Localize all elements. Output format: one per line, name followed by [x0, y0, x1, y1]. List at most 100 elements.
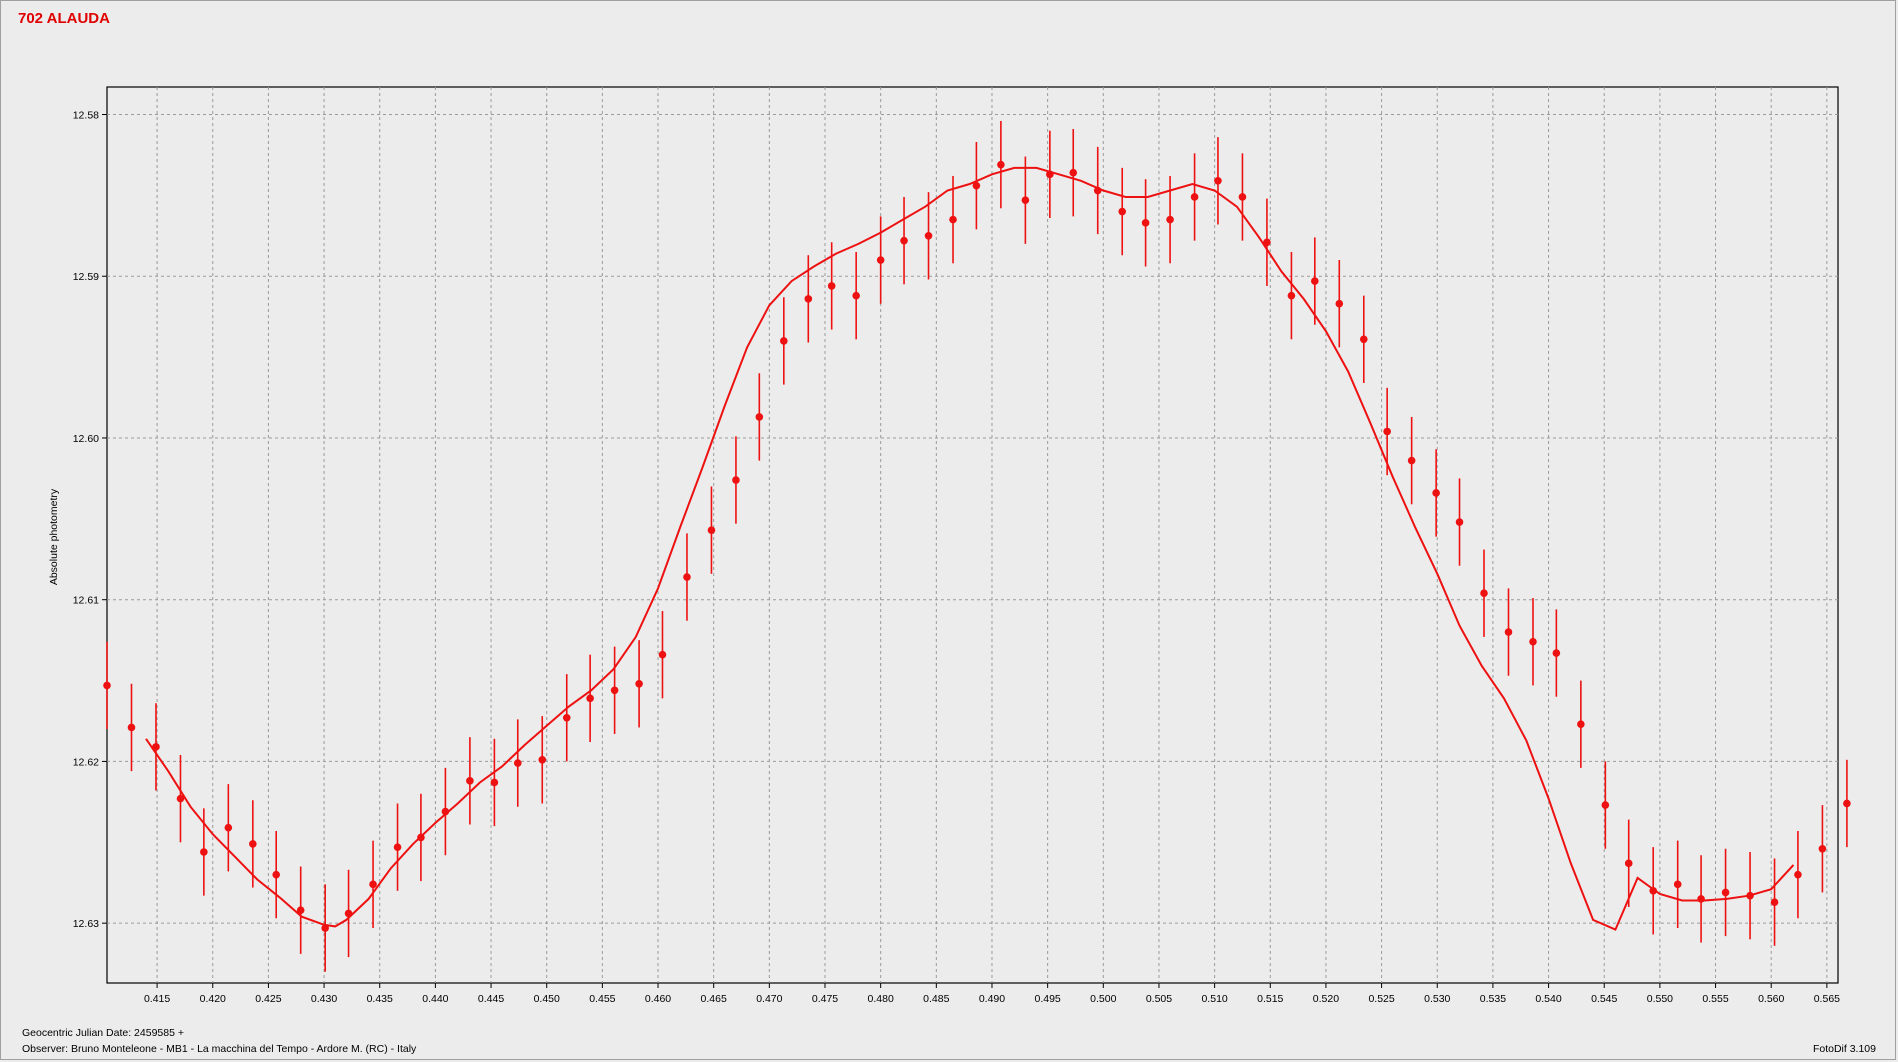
data-point [1214, 177, 1222, 185]
data-point [997, 160, 1005, 169]
data-point [272, 870, 281, 879]
data-point [1746, 891, 1754, 900]
data-point [1577, 720, 1585, 729]
data-point [103, 681, 111, 690]
data-point [1794, 870, 1802, 879]
x-tick-label: 0.500 [1090, 993, 1116, 1005]
data-point [635, 679, 643, 688]
data-point [393, 843, 402, 851]
data-point [1021, 196, 1030, 205]
data-point [1529, 637, 1537, 646]
data-point [1287, 291, 1296, 300]
x-tick-label: 0.505 [1146, 993, 1172, 1005]
x-tick-label: 0.475 [812, 993, 838, 1005]
data-point [176, 794, 185, 803]
data-point [1069, 168, 1078, 177]
x-tick-label: 0.550 [1647, 993, 1673, 1005]
data-point [1697, 895, 1705, 903]
x-tick-label: 0.450 [534, 993, 560, 1005]
data-point [1359, 335, 1368, 344]
y-tick-label: 12.61 [73, 595, 99, 607]
data-point [1190, 193, 1199, 201]
data-point [804, 295, 813, 303]
data-point [1046, 170, 1054, 179]
y-tick-label: 12.62 [73, 756, 99, 768]
x-tick-label: 0.540 [1535, 993, 1561, 1005]
y-tick-label: 12.63 [73, 918, 99, 930]
data-point [466, 777, 474, 785]
data-point [1673, 880, 1682, 889]
data-point [1770, 898, 1779, 906]
x-tick-label: 0.465 [701, 993, 727, 1005]
data-point [344, 909, 353, 918]
data-point [1141, 219, 1150, 227]
x-tick-label: 0.425 [255, 993, 281, 1005]
x-tick-label: 0.455 [589, 993, 615, 1005]
data-point [1335, 299, 1344, 308]
x-tick-label: 0.480 [868, 993, 894, 1005]
data-point [224, 823, 233, 832]
data-point [1721, 888, 1730, 897]
data-point [1552, 649, 1561, 657]
x-tick-label: 0.560 [1758, 993, 1784, 1005]
data-point [586, 694, 594, 703]
data-point [200, 848, 208, 856]
data-point [732, 476, 740, 484]
x-tick-label: 0.525 [1368, 993, 1394, 1005]
data-point [658, 650, 667, 659]
data-point [683, 573, 691, 581]
light-curve-chart: 0.415 0.420 0.425 0.430 0.435 0.440 0.445 0.450… [48, 86, 1851, 1005]
data-point [152, 743, 160, 751]
data-point [1432, 489, 1440, 497]
data-point [1480, 589, 1488, 598]
data-point [852, 291, 860, 300]
data-point [900, 236, 908, 245]
data-point [610, 686, 619, 695]
data-point [1383, 427, 1391, 436]
data-point [949, 215, 957, 224]
data-point [876, 256, 885, 264]
data-point [1093, 186, 1102, 195]
data-point [1166, 215, 1174, 224]
data-point [1624, 859, 1633, 868]
data-point [1601, 801, 1610, 809]
x-tick-label: 0.545 [1591, 993, 1617, 1005]
footer-julian-date: Geocentric Julian Date: 2459585 + [22, 1027, 184, 1039]
x-tick-label: 0.535 [1480, 993, 1506, 1005]
x-tick-label: 0.445 [478, 993, 504, 1005]
data-point [972, 181, 981, 190]
data-point [1311, 277, 1319, 285]
data-point [1818, 844, 1827, 853]
x-tick-label: 0.420 [200, 993, 226, 1005]
data-point [369, 880, 377, 889]
data-point [1455, 518, 1464, 526]
data-point [755, 413, 764, 421]
data-point [538, 756, 547, 764]
data-point [1263, 238, 1271, 247]
x-tick-label: 0.530 [1424, 993, 1450, 1005]
x-axis-ticks: 0.415 0.420 0.425 0.430 0.435 0.440 0.445 0.450… [144, 983, 1840, 1005]
data-point [827, 282, 836, 290]
x-tick-label: 0.520 [1313, 993, 1339, 1005]
data-point [924, 231, 933, 240]
data-point [417, 833, 425, 842]
x-tick-label: 0.460 [645, 993, 671, 1005]
x-tick-label: 0.490 [979, 993, 1005, 1005]
x-tick-label: 0.470 [756, 993, 782, 1005]
data-point [1649, 887, 1658, 895]
data-point [490, 778, 499, 787]
x-tick-label: 0.440 [422, 993, 448, 1005]
x-tick-label: 0.415 [144, 993, 170, 1005]
data-point [1118, 207, 1127, 216]
x-tick-label: 0.515 [1257, 993, 1283, 1005]
data-point [1238, 193, 1247, 201]
x-tick-label: 0.510 [1201, 993, 1227, 1005]
data-point [1843, 799, 1851, 808]
data-point [513, 759, 522, 767]
footer-software-version: FotoDif 3.109 [1812, 1043, 1876, 1055]
data-point [1407, 456, 1416, 465]
footer-observer: Observer: Bruno Monteleone - MB1 - La ma… [22, 1043, 417, 1055]
x-tick-label: 0.495 [1034, 993, 1060, 1005]
x-tick-label: 0.555 [1702, 993, 1728, 1005]
y-tick-label: 12.59 [73, 271, 99, 283]
